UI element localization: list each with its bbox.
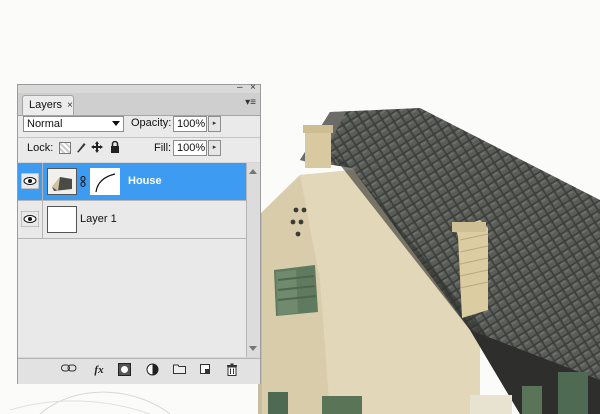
layer-controls: Normal Opacity: 100% ▸ Lock: Fill: 100% … bbox=[18, 116, 260, 162]
new-group-icon[interactable] bbox=[172, 363, 186, 377]
lock-all-icon[interactable] bbox=[109, 140, 121, 153]
eye-icon[interactable] bbox=[20, 210, 40, 228]
collapse-button[interactable]: – bbox=[237, 83, 243, 93]
lock-position-move-icon[interactable] bbox=[91, 141, 103, 153]
trash-icon[interactable] bbox=[225, 363, 239, 377]
layer-thumbnail-image bbox=[47, 206, 77, 233]
layer-row-layer1[interactable]: Layer 1 bbox=[18, 201, 246, 239]
layer-mask-thumbnail[interactable] bbox=[90, 168, 120, 195]
close-panel-button[interactable]: × bbox=[250, 83, 256, 93]
adjustment-layer-icon[interactable] bbox=[145, 363, 161, 377]
fill-label: Fill: bbox=[154, 142, 172, 154]
scroll-down-icon[interactable] bbox=[249, 346, 257, 351]
blend-mode-value: Normal bbox=[27, 118, 63, 130]
tab-layers-label: Layers bbox=[29, 99, 63, 111]
divider bbox=[42, 163, 43, 200]
opacity-label: Opacity: bbox=[131, 117, 172, 129]
blend-mode-select[interactable]: Normal bbox=[23, 116, 124, 132]
lock-label: Lock: bbox=[27, 142, 54, 154]
layers-scrollbar[interactable] bbox=[246, 163, 260, 357]
new-layer-icon[interactable] bbox=[198, 363, 212, 377]
layers-list: House Layer 1 bbox=[18, 163, 246, 357]
tab-layers[interactable]: Layers × bbox=[22, 95, 74, 115]
layer-name[interactable]: House bbox=[128, 175, 162, 187]
add-mask-icon[interactable] bbox=[117, 363, 131, 377]
fill-stepper[interactable]: ▸ bbox=[208, 140, 221, 156]
opacity-stepper[interactable]: ▸ bbox=[208, 116, 221, 132]
lock-image-brush-icon[interactable] bbox=[75, 141, 87, 153]
tab-row: Layers × ▾≡ bbox=[18, 93, 260, 116]
eye-icon[interactable] bbox=[20, 172, 40, 190]
layer-thumbnail-image bbox=[47, 168, 77, 195]
close-tab-icon[interactable]: × bbox=[67, 96, 73, 115]
lock-transparent-icon[interactable] bbox=[59, 142, 71, 154]
layers-panel: – × Layers × ▾≡ Normal Opacity: 100% ▸ L… bbox=[17, 83, 261, 384]
panel-menu-icon[interactable]: ▾≡ bbox=[245, 98, 256, 108]
link-layers-icon[interactable] bbox=[61, 363, 77, 377]
fill-input[interactable]: 100% bbox=[173, 140, 207, 156]
scroll-up-icon[interactable] bbox=[249, 169, 257, 174]
opacity-input[interactable]: 100% bbox=[173, 116, 207, 132]
divider bbox=[18, 137, 260, 138]
layer-row-house[interactable]: House bbox=[18, 163, 246, 201]
divider bbox=[42, 201, 43, 238]
layer-name[interactable]: Layer 1 bbox=[80, 213, 117, 225]
fx-icon[interactable]: fx bbox=[90, 363, 108, 377]
layers-bottom-toolbar: fx bbox=[18, 358, 260, 384]
link-chain-icon[interactable] bbox=[80, 176, 86, 189]
chevron-down-icon bbox=[112, 121, 120, 126]
